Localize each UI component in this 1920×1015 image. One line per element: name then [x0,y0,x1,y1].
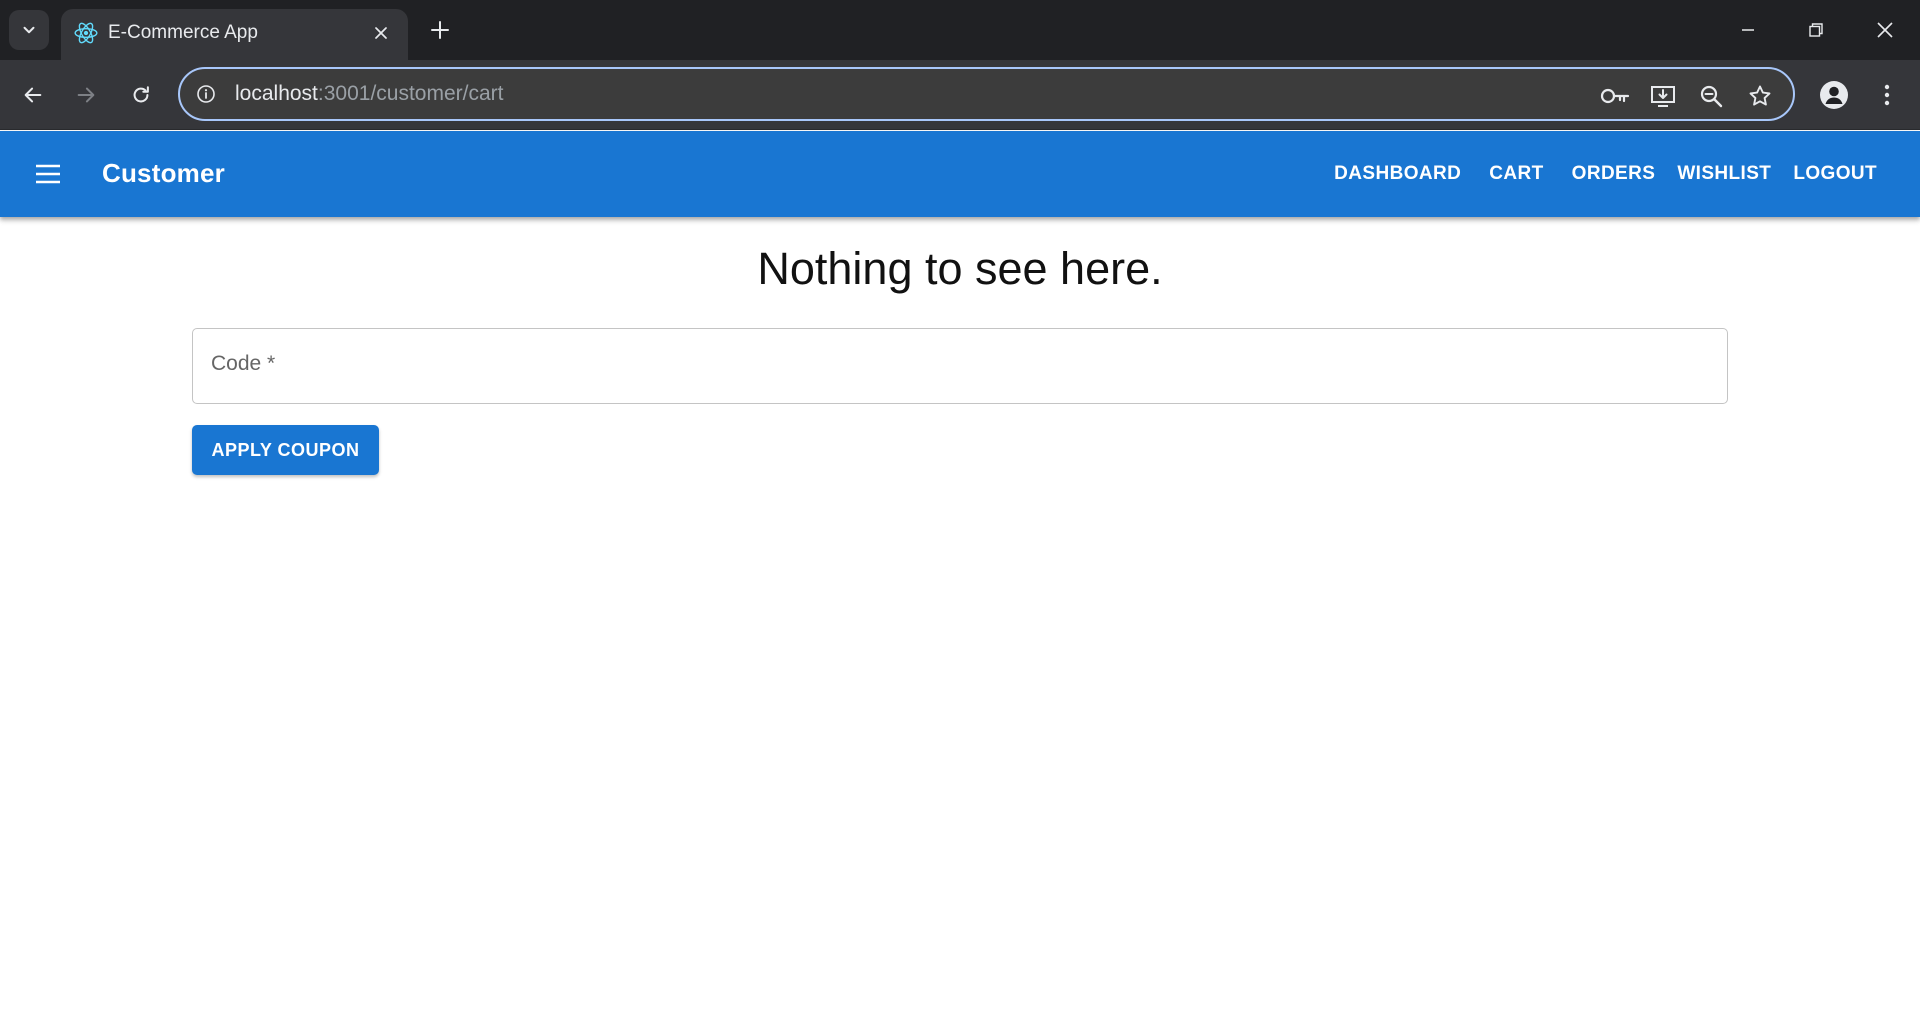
forward-button[interactable] [66,75,106,115]
address-bar[interactable]: localhost:3001/customer/cart [178,67,1795,121]
restore-button[interactable] [1794,10,1838,50]
apply-coupon-button[interactable]: APPLY COUPON [192,425,379,475]
key-icon [1600,88,1630,104]
new-tab-button[interactable] [424,14,456,46]
zoom-button[interactable] [1694,79,1728,113]
nav-cart[interactable]: CART [1478,153,1554,195]
tab-search-button[interactable] [9,10,49,50]
coupon-code-field[interactable]: Code * [192,328,1728,404]
back-button[interactable] [13,75,53,115]
more-vert-icon [1884,84,1890,106]
tab-close-button[interactable] [368,20,394,46]
reload-button[interactable] [121,75,161,115]
nav-links: DASHBOARD CART ORDERS WISHLIST LOGOUT [1323,153,1888,195]
app-title: Customer [102,158,225,188]
minimize-icon [1742,29,1754,31]
nav-orders[interactable]: ORDERS [1561,153,1667,195]
site-info-button[interactable] [193,81,219,107]
chevron-down-icon [23,26,35,34]
nav-wishlist[interactable]: WISHLIST [1666,153,1782,195]
browser-menu-button[interactable] [1867,75,1907,115]
window-close-button[interactable] [1863,10,1907,50]
reload-icon [133,86,149,103]
coupon-code-input[interactable] [211,329,1711,403]
zoom-icon [1700,85,1723,108]
nav-dashboard[interactable]: DASHBOARD [1323,153,1472,195]
browser-tab[interactable]: E-Commerce App [61,9,408,60]
tab-title: E-Commerce App [108,22,258,43]
minimize-button[interactable] [1726,10,1770,50]
restore-icon [1809,23,1823,37]
password-manager-button[interactable] [1598,79,1632,113]
nav-logout[interactable]: LOGOUT [1782,153,1888,195]
url-path: :3001/customer/cart [317,82,504,105]
arrow-left-icon [24,87,42,103]
profile-button[interactable] [1814,75,1854,115]
close-icon [1877,22,1893,38]
avatar-icon [1820,81,1848,109]
close-icon [375,27,387,39]
info-icon [197,85,215,103]
menu-toggle-button[interactable] [24,150,72,198]
url-text: localhost:3001/customer/cart [235,82,503,106]
browser-toolbar: localhost:3001/customer/cart [0,60,1920,130]
bookmark-button[interactable] [1743,79,1777,113]
app-bar: Customer DASHBOARD CART ORDERS WISHLIST … [0,131,1920,217]
empty-cart-message: Nothing to see here. [757,243,1163,294]
react-icon [74,22,98,44]
menu-icon [36,164,60,184]
install-app-button[interactable] [1646,79,1680,113]
arrow-right-icon [77,87,95,103]
browser-tab-strip: E-Commerce App [0,0,1920,60]
install-app-icon [1651,86,1675,107]
plus-icon [431,21,449,39]
star-icon [1749,85,1771,106]
url-host: localhost [235,82,318,105]
